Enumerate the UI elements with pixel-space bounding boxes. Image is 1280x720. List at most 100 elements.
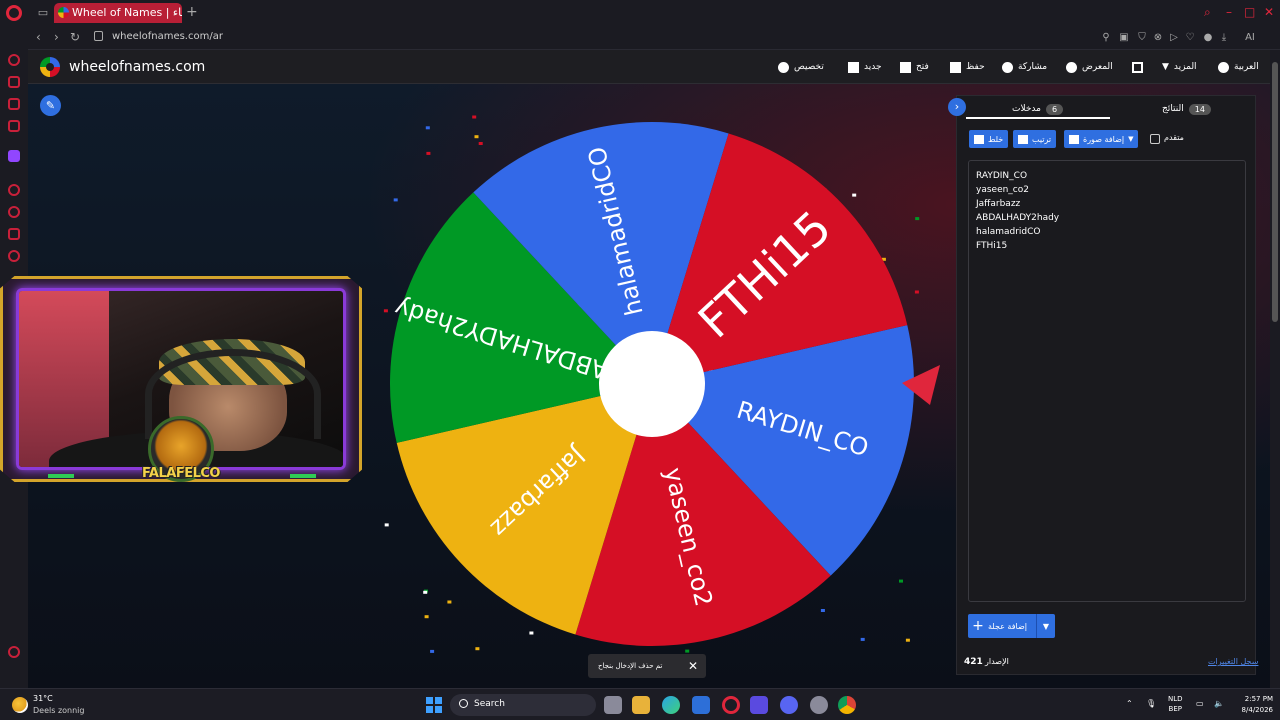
clock[interactable]: 2:57 PM 8/4/2026	[1233, 694, 1273, 716]
globe-icon	[1218, 61, 1229, 73]
microphone-icon[interactable]: 🎙	[1146, 699, 1156, 708]
url-field[interactable]: wheelofnames.com/ar	[112, 31, 223, 42]
sidebar-aria-icon[interactable]	[8, 54, 20, 66]
confetti-piece	[393, 198, 398, 202]
toast-notification: تم حذف الإدخال بنجاح ✕	[588, 654, 706, 678]
new-label: جديد	[864, 62, 882, 72]
taskbar-search[interactable]: Search	[450, 694, 596, 716]
opera-logo-icon[interactable]	[6, 5, 22, 21]
tray-overflow-icon[interactable]: ⌃	[1126, 699, 1133, 708]
maximize-icon[interactable]: □	[1244, 5, 1255, 19]
extension-snapshot-icon[interactable]: ▣	[1118, 32, 1130, 44]
sidebar-bookmarks-icon[interactable]	[8, 228, 20, 240]
forward-icon[interactable]: ›	[54, 30, 59, 44]
lock-icon[interactable]	[94, 31, 103, 41]
customize-button[interactable]: تخصيص	[778, 59, 824, 75]
language-button[interactable]: العربية	[1218, 59, 1259, 75]
advanced-checkbox[interactable]	[1150, 134, 1160, 144]
confetti-piece	[914, 290, 919, 294]
profile-icon[interactable]: ●	[1202, 32, 1214, 44]
sidebar-instagram-icon[interactable]	[8, 98, 20, 110]
sidebar-gx-icon[interactable]	[8, 646, 20, 658]
toast-message: تم حذف الإدخال بنجاح	[598, 662, 663, 670]
gallery-button[interactable]: المعرض	[1066, 59, 1113, 75]
tab-workspace-icon[interactable]: ▭	[36, 6, 50, 20]
tab-entries[interactable]: مدخلات 6	[1012, 100, 1064, 118]
favorite-heart-icon[interactable]: ♡	[1184, 32, 1196, 44]
language-indicator[interactable]: NLD BEP	[1168, 694, 1183, 714]
weather-temperature[interactable]: 31°C	[33, 694, 53, 703]
add-image-label: إضافة صورة	[1083, 134, 1125, 144]
list-item[interactable]: Jaffarbazz	[976, 197, 1238, 211]
list-item[interactable]: yaseen_co2	[976, 183, 1238, 197]
confetti-piece	[475, 647, 480, 651]
browser-tab-active[interactable]: Wheel of Names | عجلة الأسماء	[54, 3, 182, 23]
extension-pin-icon[interactable]: ⚲	[1100, 32, 1112, 44]
sidebar-twitch-icon[interactable]	[8, 150, 20, 162]
network-icon[interactable]: ▭	[1196, 699, 1204, 708]
share-button[interactable]: مشاركة	[1002, 59, 1047, 75]
site-brand[interactable]: wheelofnames.com	[69, 59, 205, 75]
shuffle-button[interactable]: خلط	[969, 130, 1009, 148]
new-button[interactable]: جديد	[848, 59, 882, 75]
list-item[interactable]: RAYDIN_CO	[976, 169, 1238, 183]
name-wheel[interactable]: RAYDIN_COyaseen_co2JaffarbazzABDALHADY2h…	[380, 115, 940, 655]
more-button[interactable]: ▼ المزيد	[1162, 59, 1197, 75]
search-tabs-icon[interactable]: ⌕	[1204, 5, 1211, 20]
extension-play-icon[interactable]: ▷	[1168, 32, 1180, 44]
sidebar-messenger-icon[interactable]	[8, 76, 20, 88]
sidebar-player-icon[interactable]	[8, 184, 20, 196]
discord-icon[interactable]	[780, 696, 798, 714]
new-tab-button[interactable]: +	[186, 4, 198, 20]
back-icon[interactable]: ‹	[36, 30, 41, 44]
weather-icon[interactable]	[12, 697, 28, 713]
reload-icon[interactable]: ↻	[70, 30, 80, 44]
chevron-down-icon[interactable]: ▼	[1037, 622, 1055, 631]
changelog-link[interactable]: سجل التغييرات	[1208, 657, 1258, 666]
extension-shield-icon[interactable]: ⛉	[1136, 32, 1148, 44]
windows-start-icon[interactable]	[426, 697, 442, 713]
list-item[interactable]: FTHi15	[976, 239, 1238, 253]
confetti-piece	[383, 309, 388, 313]
wheel-center-hub[interactable]	[599, 331, 705, 437]
file-explorer-icon[interactable]	[632, 696, 650, 714]
wheel-logo-icon[interactable]	[40, 57, 60, 77]
sort-button[interactable]: ترتيب	[1013, 130, 1057, 148]
collapse-panel-button[interactable]: ›	[948, 98, 966, 116]
tab-results[interactable]: النتائج 14	[1162, 100, 1211, 118]
sidebar-history-icon[interactable]	[8, 206, 20, 218]
confetti-piece	[474, 135, 479, 139]
download-icon[interactable]: ⤓	[1218, 32, 1230, 44]
weather-description[interactable]: Deels zonnig	[33, 706, 84, 715]
opera-gx-taskbar-icon[interactable]	[722, 696, 740, 714]
volume-icon[interactable]: 🔈	[1214, 699, 1224, 708]
keyboard-layout: BEP	[1168, 705, 1182, 713]
open-button[interactable]: فتح	[900, 59, 929, 75]
add-wheel-button[interactable]: + إضافة عجلة ▼	[968, 614, 1055, 638]
extension-close-icon[interactable]: ⊗	[1152, 32, 1164, 44]
settings-app-icon[interactable]	[810, 696, 828, 714]
save-button[interactable]: حفظ	[950, 59, 985, 75]
close-icon[interactable]: ✕	[688, 654, 698, 678]
list-item[interactable]: halamadridCO	[976, 225, 1238, 239]
sidebar-gmail-icon[interactable]	[8, 120, 20, 132]
edge-icon[interactable]	[662, 696, 680, 714]
store-icon[interactable]	[692, 696, 710, 714]
add-image-button[interactable]: إضافة صورة ▼	[1064, 130, 1139, 148]
page-scrollbar[interactable]	[1270, 50, 1280, 688]
chrome-icon[interactable]	[838, 696, 856, 714]
close-window-icon[interactable]: ✕	[1264, 5, 1274, 19]
scrollbar-thumb[interactable]	[1272, 62, 1278, 322]
entries-textarea[interactable]: RAYDIN_CO yaseen_co2 Jaffarbazz ABDALHAD…	[968, 160, 1246, 602]
task-view-icon[interactable]	[604, 696, 622, 714]
sidebar-settings-icon[interactable]	[8, 250, 20, 262]
edit-wheel-button[interactable]: ✎	[40, 95, 61, 116]
confetti-piece	[425, 126, 430, 130]
list-item[interactable]: ABDALHADY2hady	[976, 211, 1238, 225]
customize-label: تخصيص	[794, 62, 824, 72]
sort-label: ترتيب	[1032, 134, 1052, 144]
ai-button[interactable]: AI	[1236, 32, 1264, 44]
minimize-icon[interactable]: –	[1226, 5, 1232, 19]
streaming-app-icon[interactable]	[750, 696, 768, 714]
fullscreen-button[interactable]	[1132, 59, 1143, 75]
